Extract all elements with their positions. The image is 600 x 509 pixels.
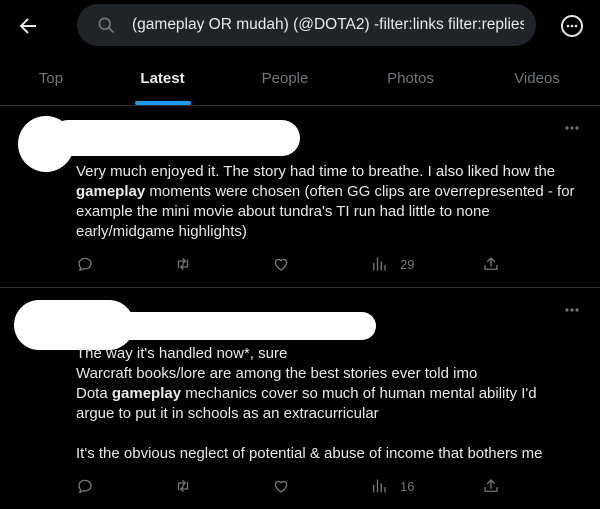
tab-label: Latest bbox=[140, 70, 185, 87]
redacted-username bbox=[50, 120, 300, 156]
search-input[interactable] bbox=[132, 4, 524, 46]
views-icon bbox=[373, 479, 386, 493]
like-button[interactable] bbox=[272, 254, 290, 274]
tweet-text-part: moments were chosen (often GG clips are … bbox=[76, 183, 575, 240]
more-icon[interactable] bbox=[562, 300, 582, 320]
tweet[interactable]: Very much enjoyed it. The story had time… bbox=[0, 106, 600, 288]
share-icon bbox=[484, 257, 498, 270]
like-icon bbox=[274, 480, 288, 493]
tab-photos[interactable]: Photos bbox=[347, 53, 474, 105]
tweet-line: The way it's handled now*, sure bbox=[76, 345, 288, 362]
tab-label: Photos bbox=[387, 70, 434, 87]
reply-button[interactable] bbox=[76, 476, 94, 496]
tweet-line: It's the obvious neglect of potential & … bbox=[76, 445, 543, 462]
tab-people[interactable]: People bbox=[223, 53, 347, 105]
tweet-text: Very much enjoyed it. The story had time… bbox=[76, 162, 576, 242]
like-button[interactable] bbox=[272, 476, 290, 496]
redacted-username bbox=[60, 312, 376, 340]
more-icon[interactable] bbox=[562, 118, 582, 138]
reply-icon bbox=[78, 479, 92, 494]
search-term-highlight: gameplay bbox=[76, 183, 146, 200]
more-icon[interactable] bbox=[560, 14, 584, 38]
reply-button[interactable] bbox=[76, 254, 94, 274]
tweet-text-part: Dota bbox=[76, 385, 112, 402]
tab-label: Videos bbox=[514, 70, 560, 87]
tweet-text-part: Very much enjoyed it. The story had time… bbox=[76, 163, 556, 180]
retweet-icon bbox=[177, 258, 189, 270]
tweet-actions: 29 bbox=[76, 254, 516, 274]
tab-videos[interactable]: Videos bbox=[474, 53, 600, 105]
tweet-actions: 16 bbox=[76, 476, 516, 496]
views-count: 16 bbox=[400, 478, 415, 494]
retweet-button[interactable] bbox=[174, 476, 192, 496]
views-count: 29 bbox=[400, 256, 415, 272]
tweet-line: Warcraft books/lore are among the best s… bbox=[76, 365, 478, 382]
tab-latest[interactable]: Latest bbox=[102, 53, 223, 105]
like-icon bbox=[274, 258, 288, 271]
search-term-highlight: gameplay bbox=[111, 385, 182, 402]
tweet-text: The way it's handled now*, sure Warcraft… bbox=[76, 344, 566, 464]
back-arrow-icon[interactable] bbox=[16, 14, 40, 38]
retweet-button[interactable] bbox=[174, 254, 192, 274]
search-tabs: Top Latest People Photos Videos bbox=[0, 53, 600, 106]
tab-label: Top bbox=[38, 70, 64, 87]
active-tab-indicator bbox=[134, 101, 191, 105]
search-icon bbox=[96, 15, 116, 35]
share-icon bbox=[484, 479, 498, 492]
share-button[interactable] bbox=[482, 476, 500, 496]
top-bar bbox=[0, 0, 600, 53]
tab-top[interactable]: Top bbox=[0, 53, 102, 105]
tweet[interactable]: The way it's handled now*, sure Warcraft… bbox=[0, 288, 600, 509]
views-button[interactable]: 29 bbox=[370, 254, 414, 274]
reply-icon bbox=[78, 257, 92, 272]
views-button[interactable]: 16 bbox=[370, 476, 414, 496]
share-button[interactable] bbox=[482, 254, 500, 274]
tweet-line: Dota gameplay mechanics cover so much of… bbox=[76, 384, 566, 424]
retweet-icon bbox=[177, 480, 189, 492]
tab-label: People bbox=[261, 70, 309, 87]
views-icon bbox=[373, 257, 386, 271]
search-box[interactable] bbox=[77, 4, 536, 46]
